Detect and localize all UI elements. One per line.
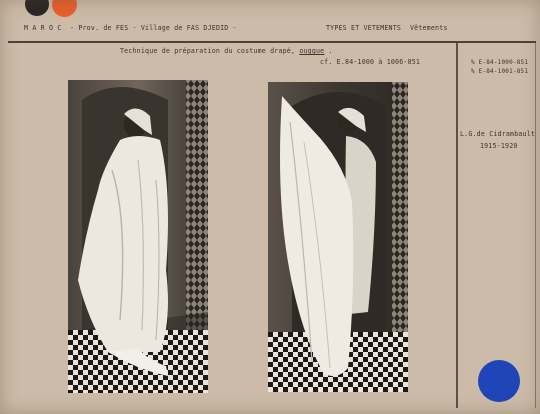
author-credit: L.G.de Cidrambault — [460, 130, 536, 138]
caption-line-1: Technique de préparation du costume drap… — [120, 47, 333, 55]
photograph-left-image — [68, 80, 208, 393]
reference-1: % E-84-1000-851 — [471, 59, 529, 66]
header-subcategory: Vêtements — [410, 24, 448, 32]
date-range: 1915-1920 — [480, 142, 518, 150]
archive-card: M A R O C - Prov. de FES - Village de FA… — [0, 0, 540, 414]
left-column-rule — [456, 43, 458, 408]
right-column-rule — [535, 43, 536, 408]
header-country: M A R O C — [24, 24, 62, 32]
blue-sticker-icon — [478, 360, 520, 402]
caption-line-2: cf. E.84-1000 à 1006-851 — [320, 58, 421, 66]
orange-sticker-icon — [52, 0, 77, 17]
reference-2: % E-84-1001-851 — [471, 68, 529, 75]
caption-prefix: Technique de préparation du costume drap… — [120, 47, 296, 55]
header-category: TYPES ET VETEMENTS — [326, 24, 402, 32]
photograph-right-image — [268, 82, 408, 392]
caption-term: ouggue — [299, 47, 325, 55]
header-region: - Prov. de FES - Village de FAS DJEDID - — [70, 24, 237, 32]
photograph-right — [268, 82, 408, 392]
photograph-left — [68, 80, 208, 393]
caption-suffix: . — [328, 47, 333, 55]
black-sticker-icon — [25, 0, 49, 16]
